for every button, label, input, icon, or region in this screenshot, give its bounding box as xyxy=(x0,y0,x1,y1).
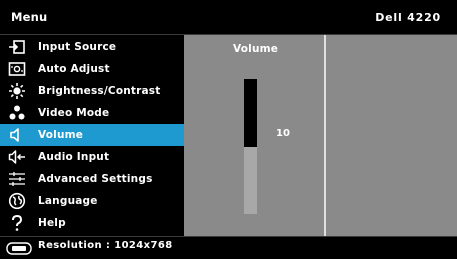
model-name: Dell 4220 xyxy=(375,11,441,24)
volume-panel xyxy=(184,35,457,236)
menu-item-label: Help xyxy=(38,217,66,229)
menu-item-advanced-settings[interactable]: Advanced Settings xyxy=(0,168,184,190)
globe-icon xyxy=(8,192,26,210)
menu-item-label: Input Source xyxy=(38,41,117,53)
auto-adjust-icon xyxy=(8,60,26,78)
menu-title: Menu xyxy=(11,10,48,24)
menu-item-label: Auto Adjust xyxy=(38,63,110,75)
menu-item-label: Advanced Settings xyxy=(38,173,153,185)
menu-item-video-mode[interactable]: Video Mode xyxy=(0,102,184,124)
panel-title: Volume xyxy=(233,43,279,55)
menu-item-auto-adjust[interactable]: Auto Adjust xyxy=(0,58,184,80)
resolution-text: Resolution : 1024x768 xyxy=(38,240,173,251)
menu-item-input-source[interactable]: Input Source xyxy=(0,36,184,58)
menu-item-label: Audio Input xyxy=(38,151,110,163)
osd-header: Menu Dell 4220 xyxy=(0,0,457,35)
volume-value: 10 xyxy=(276,128,290,139)
menu-item-brightness-contrast[interactable]: Brightness/Contrast xyxy=(0,80,184,102)
menu-item-label: Brightness/Contrast xyxy=(38,85,161,97)
volume-slider-upper xyxy=(244,79,257,147)
sliders-icon xyxy=(8,170,26,188)
input-source-icon xyxy=(8,38,26,56)
menu-item-volume[interactable]: Volume xyxy=(0,124,184,146)
menu-item-label: Volume xyxy=(38,129,84,141)
speaker-icon xyxy=(8,126,26,144)
menu-item-help[interactable]: Help xyxy=(0,212,184,234)
projector-osd: Menu Dell 4220 Input Source Auto Adjust … xyxy=(0,0,457,256)
menu-item-audio-input[interactable]: Audio Input xyxy=(0,146,184,168)
menu-item-label: Language xyxy=(38,195,98,207)
menu-item-label: Video Mode xyxy=(38,107,110,119)
panel-divider xyxy=(324,35,326,236)
monitor-connector-icon xyxy=(6,240,32,255)
footer-divider xyxy=(0,236,457,237)
brightness-icon xyxy=(8,82,26,100)
help-icon xyxy=(8,214,26,232)
menu-item-language[interactable]: Language xyxy=(0,190,184,212)
main-menu: Input Source Auto Adjust Brightness/Cont… xyxy=(0,35,184,236)
audio-input-icon xyxy=(8,148,26,166)
volume-slider[interactable] xyxy=(244,79,257,214)
video-mode-icon xyxy=(8,104,26,122)
